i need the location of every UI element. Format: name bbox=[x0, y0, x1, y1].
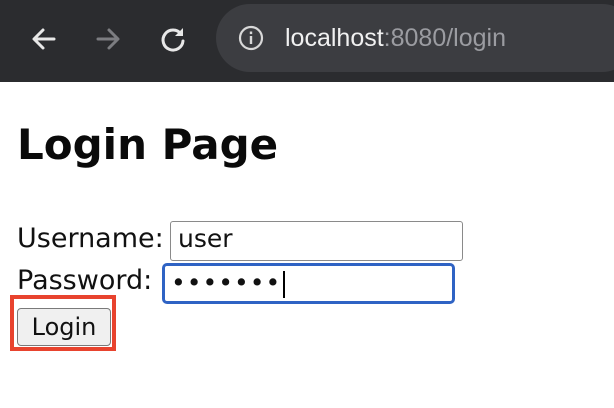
info-icon[interactable] bbox=[238, 25, 264, 51]
page-title: Login Page bbox=[17, 120, 279, 169]
url-path: :8080/login bbox=[383, 24, 506, 52]
password-mask: ••••••• bbox=[171, 268, 282, 297]
url-host: localhost bbox=[285, 24, 384, 52]
arrow-right-icon bbox=[96, 28, 120, 50]
arrow-left-icon bbox=[32, 28, 56, 50]
username-value: user bbox=[178, 224, 233, 253]
text-caret bbox=[283, 270, 286, 298]
password-input[interactable]: ••••••• bbox=[162, 263, 455, 304]
forward-button[interactable] bbox=[88, 19, 128, 59]
password-label: Password: bbox=[17, 265, 153, 296]
address-bar[interactable]: localhost:8080/login bbox=[216, 4, 614, 72]
username-label: Username: bbox=[17, 223, 164, 254]
login-button[interactable]: Login bbox=[17, 308, 111, 346]
page-content: Login Page Username: user Password: ••••… bbox=[0, 82, 614, 408]
back-button[interactable] bbox=[24, 19, 64, 59]
browser-toolbar: localhost:8080/login bbox=[0, 0, 614, 82]
username-input[interactable]: user bbox=[170, 221, 463, 261]
url-text[interactable]: localhost:8080/login bbox=[285, 22, 506, 54]
reload-icon bbox=[161, 28, 185, 52]
reload-button[interactable] bbox=[153, 19, 193, 59]
